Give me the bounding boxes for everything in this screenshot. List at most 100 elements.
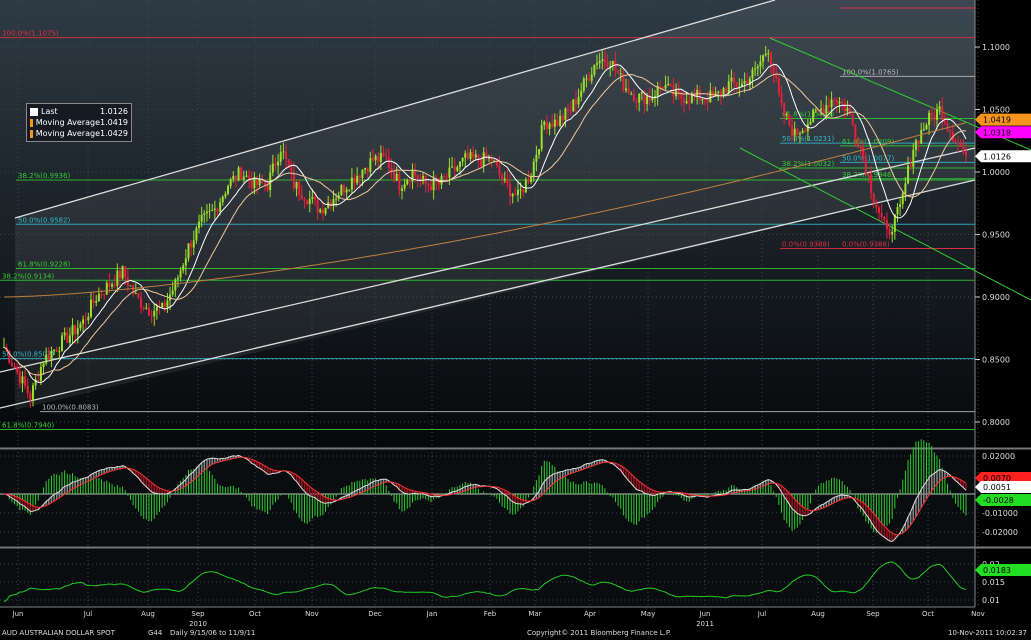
- candle-body: [461, 157, 464, 162]
- candle-body: [943, 121, 946, 124]
- timestamp: 10-Nov-2011 10:02:37: [948, 629, 1027, 637]
- candle-body: [414, 170, 417, 176]
- candle-body: [232, 175, 235, 180]
- candle-body: [411, 170, 414, 182]
- candle-body: [540, 125, 543, 150]
- candle-body: [706, 99, 709, 103]
- y-tick-label: 1.0500: [982, 106, 1010, 115]
- candle-body: [872, 193, 875, 204]
- candle-body: [203, 213, 206, 215]
- candle-body: [957, 142, 960, 144]
- candle-body: [361, 169, 364, 178]
- candle-body: [377, 155, 380, 162]
- candle-body: [754, 68, 757, 70]
- candle-body: [777, 78, 780, 94]
- candle-body: [47, 354, 50, 360]
- candle-body: [543, 121, 546, 126]
- candle-body: [759, 61, 762, 67]
- candle-body: [907, 165, 910, 184]
- candle-body: [851, 114, 854, 125]
- candle-body: [263, 183, 266, 185]
- candle-body: [567, 108, 570, 111]
- candle-body: [87, 316, 90, 321]
- candle-body: [735, 82, 738, 87]
- candle-body: [321, 209, 324, 214]
- security-name: AUD AUSTRALIAN DOLLAR SPOT: [2, 629, 115, 637]
- candle-body: [187, 243, 190, 259]
- lower-tick-label: 0.015: [982, 578, 1005, 587]
- x-tick-label: Sep: [866, 610, 880, 618]
- x-tick-label: May: [641, 610, 655, 618]
- candle-body: [704, 99, 707, 101]
- price-flag-label: 0.0051: [983, 483, 1011, 492]
- candle-body: [74, 325, 77, 335]
- y-tick-label: 0.8000: [982, 418, 1010, 427]
- candle-body: [904, 183, 907, 194]
- x-tick-label: Feb: [484, 610, 497, 618]
- candle-body: [393, 171, 396, 181]
- candle-body: [145, 307, 148, 309]
- candle-body: [285, 151, 288, 160]
- candle-body: [448, 167, 451, 178]
- candle-body: [271, 163, 274, 173]
- candle-body: [10, 362, 13, 366]
- candle-body: [306, 200, 309, 205]
- candle-body: [37, 379, 40, 381]
- candle-body: [171, 290, 174, 295]
- candle-body: [237, 167, 240, 181]
- candle-body: [498, 165, 501, 175]
- candle-body: [933, 115, 936, 120]
- candle-body: [577, 96, 580, 105]
- candle-body: [92, 299, 95, 303]
- candle-body: [588, 78, 591, 81]
- candle-body: [124, 266, 127, 278]
- candle-body: [113, 284, 116, 286]
- candle-body: [464, 153, 467, 158]
- candle-body: [79, 323, 82, 329]
- price-flag-label: 0.0183: [983, 566, 1011, 575]
- candle-body: [804, 130, 807, 132]
- fib-label: 100.0%(0.8083): [42, 404, 99, 412]
- candle-body: [316, 199, 319, 213]
- candle-body: [116, 270, 119, 286]
- candle-body: [564, 108, 567, 120]
- candle-body: [545, 121, 548, 129]
- fib-label: 50.0%(0.9582): [18, 216, 70, 224]
- candle-body: [480, 160, 483, 166]
- candle-body: [912, 149, 915, 167]
- candle-body: [224, 193, 227, 197]
- candle-body: [179, 270, 182, 278]
- candle-body: [638, 93, 641, 103]
- candle-body: [13, 365, 16, 368]
- candle-body: [137, 293, 140, 298]
- candle-body: [89, 299, 92, 317]
- candle-body: [849, 108, 852, 115]
- candle-body: [277, 161, 280, 166]
- candle-body: [134, 293, 137, 295]
- candle-body: [445, 176, 448, 178]
- candle-body: [841, 101, 844, 104]
- candle-body: [833, 99, 836, 101]
- candle-body: [854, 124, 857, 139]
- candle-body: [696, 90, 699, 96]
- candle-body: [97, 293, 100, 302]
- candle-body: [883, 216, 886, 221]
- candle-body: [26, 385, 29, 394]
- candle-body: [909, 165, 912, 167]
- candle-body: [875, 203, 878, 208]
- x-tick-label: Apr: [584, 610, 596, 618]
- candle-body: [914, 140, 917, 150]
- candle-body: [598, 60, 601, 64]
- candle-body: [698, 90, 701, 101]
- price-flag-label: -0.0028: [983, 496, 1014, 505]
- candle-body: [688, 101, 691, 103]
- chart-canvas: Jun Jul Aug Sep Oct Nov Dec Jan Feb Mar Apr May Jun J…: [0, 0, 1031, 640]
- candle-body: [783, 103, 786, 116]
- candle-body: [899, 204, 902, 208]
- x-tick-label: Jan: [426, 610, 438, 618]
- candle-body: [95, 301, 98, 303]
- x-tick-label: Sep: [191, 610, 205, 618]
- candle-body: [356, 175, 359, 184]
- candle-body: [862, 147, 865, 158]
- fib-label: 0.0%(0.9388): [782, 241, 830, 249]
